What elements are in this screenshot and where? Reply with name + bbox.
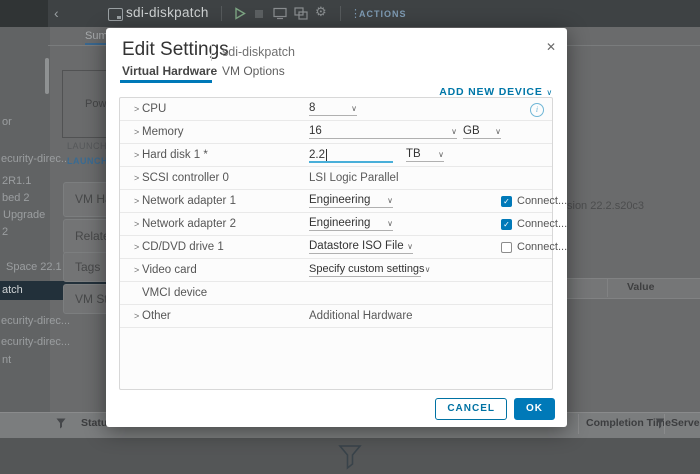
network-1-connect: ✓ Connect...	[496, 195, 567, 207]
expand-chevron-icon[interactable]: >	[134, 196, 142, 206]
ok-button[interactable]: OK	[514, 398, 555, 420]
row-network-adapter-2: > Network adapter 2 Engineering∨ ✓ Conne…	[120, 213, 552, 236]
inventory-scrollbar[interactable]	[45, 58, 49, 94]
tree-item[interactable]: ecurity-direc...	[1, 336, 70, 348]
row-vmci-device: VMCI device	[120, 282, 552, 305]
column-header-value: Value	[627, 281, 654, 293]
row-other: > Other Additional Hardware	[120, 305, 552, 328]
network-1-dropdown[interactable]: Engineering∨	[309, 194, 393, 208]
clone-icon[interactable]	[294, 7, 308, 20]
expand-chevron-icon[interactable]: >	[134, 265, 142, 275]
row-network-adapter-1: > Network adapter 1 Engineering∨ ✓ Conne…	[120, 190, 552, 213]
chevron-down-icon: ∨	[451, 127, 457, 137]
other-value: Additional Hardware	[309, 310, 413, 322]
expand-chevron-icon[interactable]: >	[134, 311, 142, 321]
row-memory: > Memory 16∨ GB∨	[120, 121, 552, 144]
hardware-list: > CPU 8∨ i > Memory 16∨ GB∨ > Hard dis	[119, 97, 553, 390]
row-video-card: > Video card Specify custom settings∨	[120, 259, 552, 282]
power-off-icon[interactable]	[255, 10, 263, 18]
expand-chevron-icon[interactable]: >	[134, 104, 142, 114]
vm-icon	[108, 8, 123, 21]
cd-dvd-connect: Connect...	[496, 241, 567, 253]
actions-menu-button[interactable]: ACTIONS	[359, 9, 407, 19]
connect-checkbox-checked[interactable]: ✓	[501, 196, 512, 207]
cd-dvd-dropdown[interactable]: Datastore ISO File∨	[309, 240, 413, 254]
dialog-title: Edit Settings	[122, 39, 229, 61]
network-2-dropdown[interactable]: Engineering∨	[309, 217, 393, 231]
toolbar-divider	[221, 6, 222, 21]
text-caret	[326, 149, 327, 161]
memory-dropdown[interactable]: 16∨	[309, 125, 457, 139]
column-header-server[interactable]: Server	[671, 417, 700, 429]
tree-item[interactable]: Space 22.1	[6, 261, 62, 273]
expand-chevron-icon[interactable]: >	[134, 150, 142, 160]
gear-icon[interactable]: ⚙	[315, 5, 327, 20]
tree-item[interactable]: bed 2	[2, 192, 30, 204]
column-divider	[607, 278, 608, 297]
info-icon[interactable]: i	[530, 103, 544, 117]
title-divider	[211, 45, 212, 61]
tree-item[interactable]: or	[2, 116, 12, 128]
tree-item[interactable]: nt	[2, 354, 11, 366]
dialog-footer: CANCEL OK	[435, 398, 555, 420]
tree-item[interactable]: 2	[2, 226, 8, 238]
sidebar-top-edge	[0, 0, 48, 27]
collapse-sidebar-icon[interactable]: ‹	[54, 4, 59, 22]
network-2-connect: ✓ Connect...	[496, 218, 567, 230]
vsphere-app: ‹ sdi-diskpatch ⚙ ⋮ ACTIONS or ecurity-d…	[0, 0, 700, 474]
expand-chevron-icon[interactable]: >	[134, 127, 142, 137]
video-card-dropdown[interactable]: Specify custom settings∨	[309, 263, 421, 277]
vm-title: sdi-diskpatch	[126, 5, 209, 20]
dialog-subtitle: sdi-diskpatch	[222, 45, 295, 59]
row-cpu: > CPU 8∨ i	[120, 98, 552, 121]
expand-chevron-icon[interactable]: >	[134, 173, 142, 183]
close-icon[interactable]: ✕	[546, 40, 556, 54]
tree-item[interactable]: ecurity-direc...	[1, 315, 70, 327]
tree-item-label: atch	[2, 284, 23, 296]
tree-item[interactable]: 2R1.1	[2, 175, 31, 187]
console-icon[interactable]	[273, 7, 287, 20]
column-divider	[664, 414, 665, 434]
active-tab-underline	[120, 80, 212, 83]
connect-checkbox-unchecked[interactable]	[501, 242, 512, 253]
hard-disk-size-input[interactable]: 2.2	[309, 148, 393, 163]
chevron-down-icon: ∨	[351, 104, 357, 114]
filter-icon[interactable]	[56, 418, 66, 429]
tree-item[interactable]: ecurity-direc...	[1, 153, 70, 165]
chevron-down-icon: ∨	[438, 150, 444, 160]
tree-item[interactable]: Upgrade	[3, 209, 45, 221]
cpu-dropdown[interactable]: 8∨	[309, 102, 357, 116]
row-hard-disk-1: > Hard disk 1 * 2.2 TB∨	[120, 144, 552, 167]
version-text: sion 22.2.s20c3	[567, 200, 644, 212]
chevron-down-icon: ∨	[387, 196, 393, 206]
row-scsi-controller: > SCSI controller 0 LSI Logic Parallel	[120, 167, 552, 190]
chevron-down-icon: ∨	[407, 242, 413, 252]
tab-virtual-hardware[interactable]: Virtual Hardware	[122, 64, 217, 78]
empty-filter-funnel-icon	[338, 444, 362, 470]
column-divider	[578, 414, 579, 434]
chevron-down-icon: ∨	[425, 265, 431, 275]
edit-settings-dialog: Edit Settings sdi-diskpatch ✕ Virtual Ha…	[106, 28, 567, 427]
row-cd-dvd-drive: > CD/DVD drive 1 Datastore ISO File∨ Con…	[120, 236, 552, 259]
scsi-controller-value: LSI Logic Parallel	[309, 172, 399, 184]
chevron-down-icon: ∨	[546, 88, 553, 97]
expand-chevron-icon[interactable]: >	[134, 242, 142, 252]
power-on-icon[interactable]	[233, 7, 247, 20]
tab-vm-options[interactable]: VM Options	[222, 64, 285, 78]
toolbar-divider	[340, 6, 341, 21]
cancel-button[interactable]: CANCEL	[435, 398, 507, 420]
memory-unit-dropdown[interactable]: GB∨	[463, 125, 501, 139]
hard-disk-unit-dropdown[interactable]: TB∨	[406, 148, 444, 162]
chevron-down-icon: ∨	[387, 219, 393, 229]
connect-checkbox-checked[interactable]: ✓	[501, 219, 512, 230]
expand-chevron-icon[interactable]: >	[134, 219, 142, 229]
object-title-bar: ‹ sdi-diskpatch ⚙ ⋮ ACTIONS	[0, 0, 700, 27]
chevron-down-icon: ∨	[495, 127, 501, 137]
